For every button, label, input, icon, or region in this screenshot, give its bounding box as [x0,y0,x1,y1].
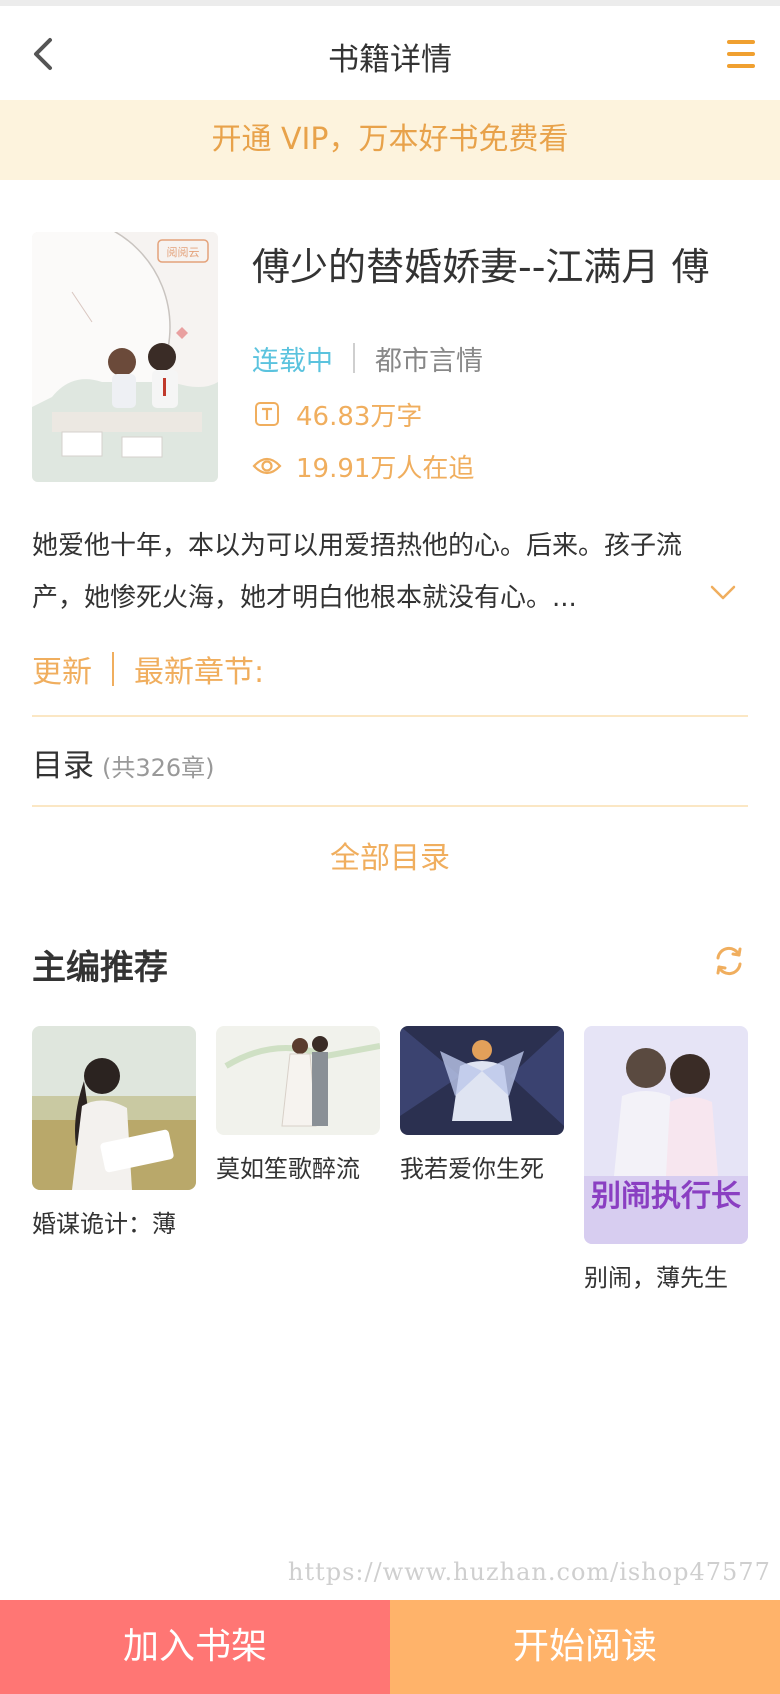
catalog-row[interactable]: 目录 (共326章) [32,740,215,784]
recommend-item[interactable]: 莫如笙歌醉流 [216,1026,386,1184]
book-title: 傅少的替婚娇妻--江满月 傅 [252,245,710,289]
recommend-title: 莫如笙歌醉流 [216,1155,360,1183]
chapter-count: (共326章) [102,754,215,782]
book-category: 都市言情 [375,345,483,377]
page-title: 书籍详情 [328,42,452,78]
recommend-cover: 别闹执行长 [584,1026,748,1244]
word-count-row: 46.83万字 [252,396,422,432]
refresh-button[interactable] [712,944,746,978]
update-divider [112,652,114,686]
recommend-title: 别闹，薄先生 [584,1264,728,1292]
section-title-recommend: 主编推荐 [32,948,168,988]
chevron-down-icon [710,585,736,600]
refresh-icon [716,946,742,976]
book-cover-illustration: 阅阅云 [32,232,218,482]
book-cover: 阅阅云 [32,232,218,482]
start-reading-button[interactable]: 开始阅读 [390,1600,780,1694]
menu-button[interactable] [724,36,758,72]
vip-banner[interactable]: 开通 VIP，万本好书免费看 [0,100,780,180]
meta-divider [353,343,355,373]
update-row[interactable]: 更新 最新章节: [32,648,264,690]
text-icon [252,399,282,429]
watermark: https://www.huzhan.com/ishop47577 [288,1558,771,1586]
status-badge: 连载中 [252,345,333,377]
header-bar: 书籍详情 [0,6,780,100]
recommend-item[interactable]: 婚谋诡计：薄 [32,1026,202,1239]
divider [32,715,748,717]
hamburger-menu-icon [727,40,755,68]
add-to-shelf-button[interactable]: 加入书架 [0,1600,390,1694]
latest-chapter-label: 最新章节: [134,655,265,690]
divider [32,805,748,807]
recommend-item[interactable]: 别闹执行长 别闹，薄先生 [584,1026,754,1293]
cover-badge: 阅阅云 [167,246,200,259]
recommend-cover [400,1026,564,1135]
recommend-title: 我若爱你生死 [400,1155,544,1183]
followers-row: 19.91万人在追 [252,448,474,484]
expand-description-button[interactable] [708,578,738,608]
update-label: 更新 [32,655,92,690]
catalog-label: 目录 [32,748,94,784]
recommend-cover [216,1026,380,1135]
book-meta: 连载中 都市言情 [252,338,483,378]
book-description: 她爱他十年，本以为可以用爱捂热他的心。后来。孩子流产，她惨死火海，她才明白他根本… [32,531,683,613]
recommend-title: 婚谋诡计：薄 [32,1210,176,1238]
eye-icon [252,451,282,481]
cover-title: 别闹执行长 [591,1179,741,1214]
recommend-item[interactable]: 我若爱你生死 [400,1026,570,1184]
all-catalog-link[interactable]: 全部目录 [0,833,780,877]
recommend-cover [32,1026,196,1190]
word-count: 46.83万字 [296,401,423,432]
followers-count: 19.91万人在追 [296,453,475,484]
